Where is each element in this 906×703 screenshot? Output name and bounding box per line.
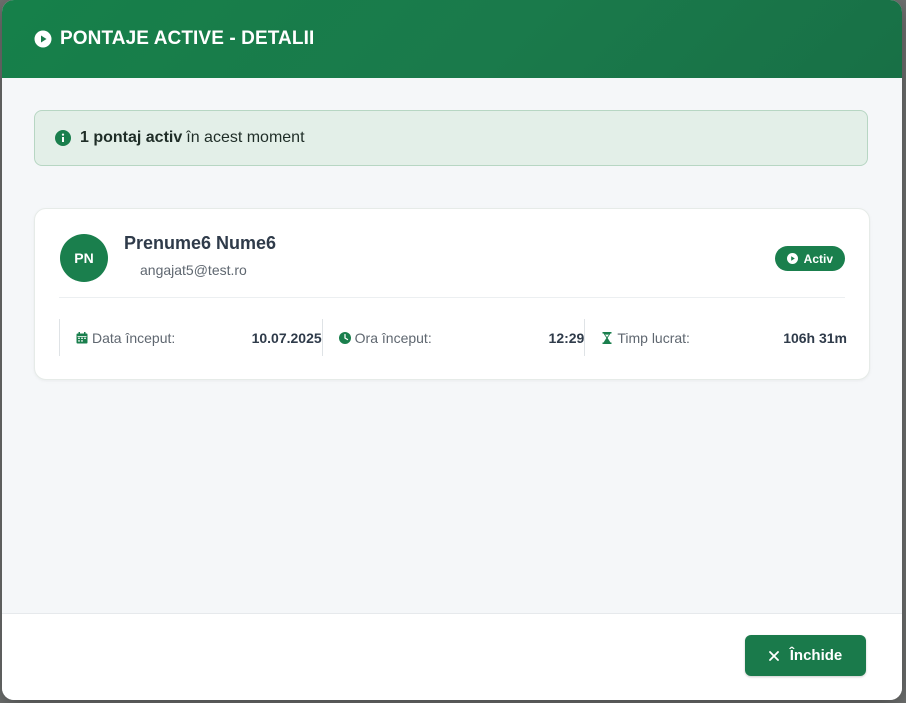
modal-body: 1 pontaj activ în acest moment PN Prenum…	[2, 78, 902, 614]
close-icon	[768, 650, 779, 661]
employee-name: Prenume6 Nume6	[124, 233, 277, 253]
play-circle-icon	[34, 30, 52, 48]
active-timesheets-modal: PONTAJE ACTIVE - DETALII 1 pontaj activ …	[2, 0, 902, 700]
timesheet-card: PN Prenume6 Nume6 angajat5@test.ro Activ	[34, 208, 870, 380]
timesheet-stats: Data început: 10.07.2025 Ora început: 12…	[59, 319, 847, 356]
employee-email: angajat5@test.ro	[140, 262, 247, 278]
modal-title: PONTAJE ACTIVE - DETALII	[60, 28, 315, 49]
clock-icon	[338, 331, 351, 344]
close-button-label: Închide	[789, 647, 843, 664]
modal-footer: Închide	[2, 613, 902, 700]
active-count-alert: 1 pontaj activ în acest moment	[34, 110, 868, 166]
stat-start-date: Data început: 10.07.2025	[59, 319, 322, 356]
info-icon	[55, 130, 71, 146]
stat-worked-time: Timp lucrat: 106h 31m	[584, 319, 847, 356]
modal-header: PONTAJE ACTIVE - DETALII	[2, 0, 902, 78]
close-button[interactable]: Închide	[745, 635, 866, 676]
stat-value-start-date: 10.07.2025	[251, 329, 322, 346]
status-badge: Activ	[774, 246, 845, 271]
alert-text: în acest moment	[186, 129, 305, 146]
stat-value-start-time: 12:29	[548, 329, 585, 346]
card-divider	[59, 297, 845, 298]
status-label: Activ	[803, 251, 833, 266]
calendar-icon	[76, 331, 88, 344]
hourglass-icon	[601, 331, 613, 344]
avatar: PN	[60, 234, 108, 282]
play-circle-icon	[786, 253, 798, 264]
stat-label-start-date: Data început:	[92, 329, 176, 346]
active-count-text: 1 pontaj activ	[80, 129, 183, 146]
stat-start-time: Ora început: 12:29	[321, 319, 585, 356]
stat-label-start-time: Ora început:	[354, 329, 432, 346]
stat-value-worked-time: 106h 31m	[783, 329, 848, 346]
stat-label-worked-time: Timp lucrat:	[617, 329, 690, 346]
